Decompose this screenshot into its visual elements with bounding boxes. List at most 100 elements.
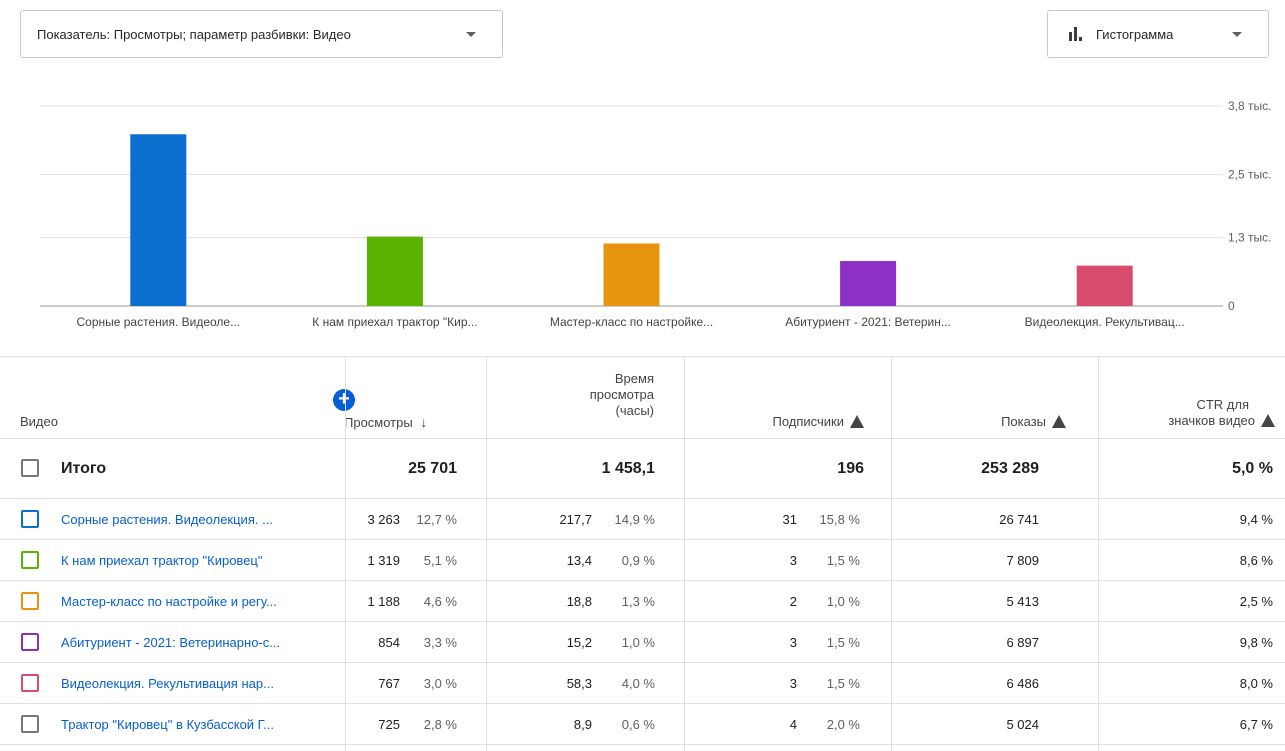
- subs-percent: 2,0 %: [826, 716, 860, 732]
- subs-value: 31: [782, 511, 797, 527]
- impressions-value: 6 897: [1006, 634, 1039, 650]
- chart-type-dropdown[interactable]: Гистограмма: [1047, 10, 1269, 58]
- bar[interactable]: [840, 261, 897, 306]
- arrow-down-icon: ↓: [420, 414, 428, 430]
- bar-chart-icon: [1068, 25, 1086, 43]
- x-tick-label: Абитуриент - 2021: Ветерин...: [785, 315, 951, 329]
- watch-value: 217,7: [559, 511, 592, 527]
- y-tick-label: 1,3 тыс.: [1228, 231, 1271, 245]
- subs-value: 4: [789, 716, 797, 732]
- impressions-value: 5 024: [1006, 716, 1039, 732]
- views-value: 1 319: [367, 552, 400, 568]
- views-percent: 3,0 %: [423, 675, 457, 691]
- watch-value: 18,8: [566, 593, 592, 609]
- table-row: Мастер-класс по настройке и регу... 1 18…: [0, 581, 1285, 621]
- table-row: Сорные растения. Видеолекция. ... 3 263 …: [0, 499, 1285, 539]
- bar[interactable]: [1076, 265, 1133, 306]
- impressions-value: 26 741: [999, 511, 1039, 527]
- x-tick-label: Мастер-класс по настройке...: [550, 315, 713, 329]
- subs-percent: 1,5 %: [826, 552, 860, 568]
- table-row: К нам приехал трактор "Кировец" 1 319 5,…: [0, 540, 1285, 580]
- warning-icon: [1052, 415, 1066, 428]
- row-checkbox[interactable]: [21, 551, 39, 569]
- warning-icon: [850, 415, 864, 428]
- row-checkbox[interactable]: [21, 510, 39, 528]
- ctr-value: 8,6 %: [1239, 552, 1273, 568]
- subs-percent: 1,5 %: [826, 634, 860, 650]
- bar[interactable]: [130, 134, 187, 306]
- views-value: 725: [378, 716, 400, 732]
- views-percent: 4,6 %: [423, 593, 457, 609]
- watch-percent: 0,6 %: [621, 716, 655, 732]
- bar[interactable]: [366, 236, 423, 306]
- x-tick-label: Сорные растения. Видеоле...: [76, 315, 240, 329]
- video-title-link[interactable]: Видеолекция. Рекультивация нар...: [61, 663, 274, 703]
- watch-header-line2: просмотра: [589, 387, 654, 402]
- y-tick-label: 2,5 тыс.: [1228, 167, 1271, 181]
- column-header-watch-time[interactable]: Время просмотра (часы): [520, 371, 654, 419]
- column-header-views[interactable]: Просмотры ↓: [344, 414, 462, 431]
- total-row: Итого 25 701 1 458,1 196 253 289 5,0 %: [0, 439, 1285, 498]
- watch-percent: 14,9 %: [614, 511, 655, 527]
- watch-percent: 1,3 %: [621, 593, 655, 609]
- table-row: Видеолекция. Рекультивация нар... 767 3,…: [0, 663, 1285, 703]
- views-percent: 2,8 %: [423, 716, 457, 732]
- subs-value: 3: [789, 675, 797, 691]
- warning-icon: [1261, 414, 1275, 427]
- video-title-link[interactable]: Абитуриент - 2021: Ветеринарно-с...: [61, 622, 280, 662]
- ctr-header-line2: значков видео: [1168, 413, 1255, 428]
- bar[interactable]: [603, 243, 660, 306]
- impressions-value: 6 486: [1006, 675, 1039, 691]
- watch-header-line3: (часы): [615, 403, 654, 418]
- row-checkbox[interactable]: [21, 674, 39, 692]
- views-value: 854: [378, 634, 400, 650]
- column-header-impressions[interactable]: Показы: [900, 414, 1066, 430]
- x-tick-label: К нам приехал трактор "Кир...: [312, 315, 477, 329]
- ctr-value: 2,5 %: [1239, 593, 1273, 609]
- total-impressions: 253 289: [981, 459, 1039, 477]
- subs-percent: 1,5 %: [826, 675, 860, 691]
- video-title-link[interactable]: Мастер-класс по настройке и регу...: [61, 581, 277, 621]
- watch-value: 58,3: [566, 675, 592, 691]
- row-checkbox[interactable]: [21, 633, 39, 651]
- table-row: Трактор "Кировец" в Кузбасской Г... 725 …: [0, 704, 1285, 744]
- subs-value: 2: [789, 593, 797, 609]
- total-ctr: 5,0 %: [1232, 459, 1273, 477]
- video-title-link[interactable]: К нам приехал трактор "Кировец": [61, 540, 263, 580]
- video-title-link[interactable]: Трактор "Кировец" в Кузбасской Г...: [61, 704, 274, 744]
- ctr-value: 9,8 %: [1239, 634, 1273, 650]
- ctr-value: 6,7 %: [1239, 716, 1273, 732]
- chevron-down-icon: [466, 32, 476, 37]
- views-percent: 5,1 %: [423, 552, 457, 568]
- add-metric-icon[interactable]: +: [333, 389, 355, 411]
- watch-percent: 1,0 %: [621, 634, 655, 650]
- total-views: 25 701: [408, 459, 457, 477]
- video-title-link[interactable]: Сорные растения. Видеолекция. ...: [61, 499, 273, 539]
- views-value: 1 188: [367, 593, 400, 609]
- column-header-subscribers[interactable]: Подписчики: [700, 414, 864, 430]
- views-value: 767: [378, 675, 400, 691]
- watch-value: 15,2: [566, 634, 592, 650]
- column-header-ctr[interactable]: CTR для значков видео: [1100, 397, 1275, 429]
- table-row: Абитуриент - 2021: Ветеринарно-с... 854 …: [0, 622, 1285, 662]
- metric-dropdown[interactable]: Показатель: Просмотры; параметр разбивки…: [20, 10, 503, 58]
- y-tick-label: 0: [1228, 299, 1235, 313]
- ctr-value: 8,0 %: [1239, 675, 1273, 691]
- row-checkbox[interactable]: [21, 592, 39, 610]
- subs-value: 3: [789, 552, 797, 568]
- total-watch: 1 458,1: [601, 459, 655, 477]
- views-percent: 3,3 %: [423, 634, 457, 650]
- total-checkbox[interactable]: [21, 459, 39, 477]
- subs-percent: 1,0 %: [826, 593, 860, 609]
- impressions-value: 5 413: [1006, 593, 1039, 609]
- ctr-value: 9,4 %: [1239, 511, 1273, 527]
- watch-value: 13,4: [566, 552, 592, 568]
- column-header-video[interactable]: Видео: [20, 414, 58, 430]
- impressions-value: 7 809: [1006, 552, 1039, 568]
- row-checkbox[interactable]: [21, 715, 39, 733]
- subs-percent: 15,8 %: [819, 511, 860, 527]
- views-value: 3 263: [367, 511, 400, 527]
- watch-percent: 4,0 %: [621, 675, 655, 691]
- y-tick-label: 3,8 тыс.: [1228, 99, 1271, 113]
- ctr-header-line1: CTR для: [1196, 397, 1249, 412]
